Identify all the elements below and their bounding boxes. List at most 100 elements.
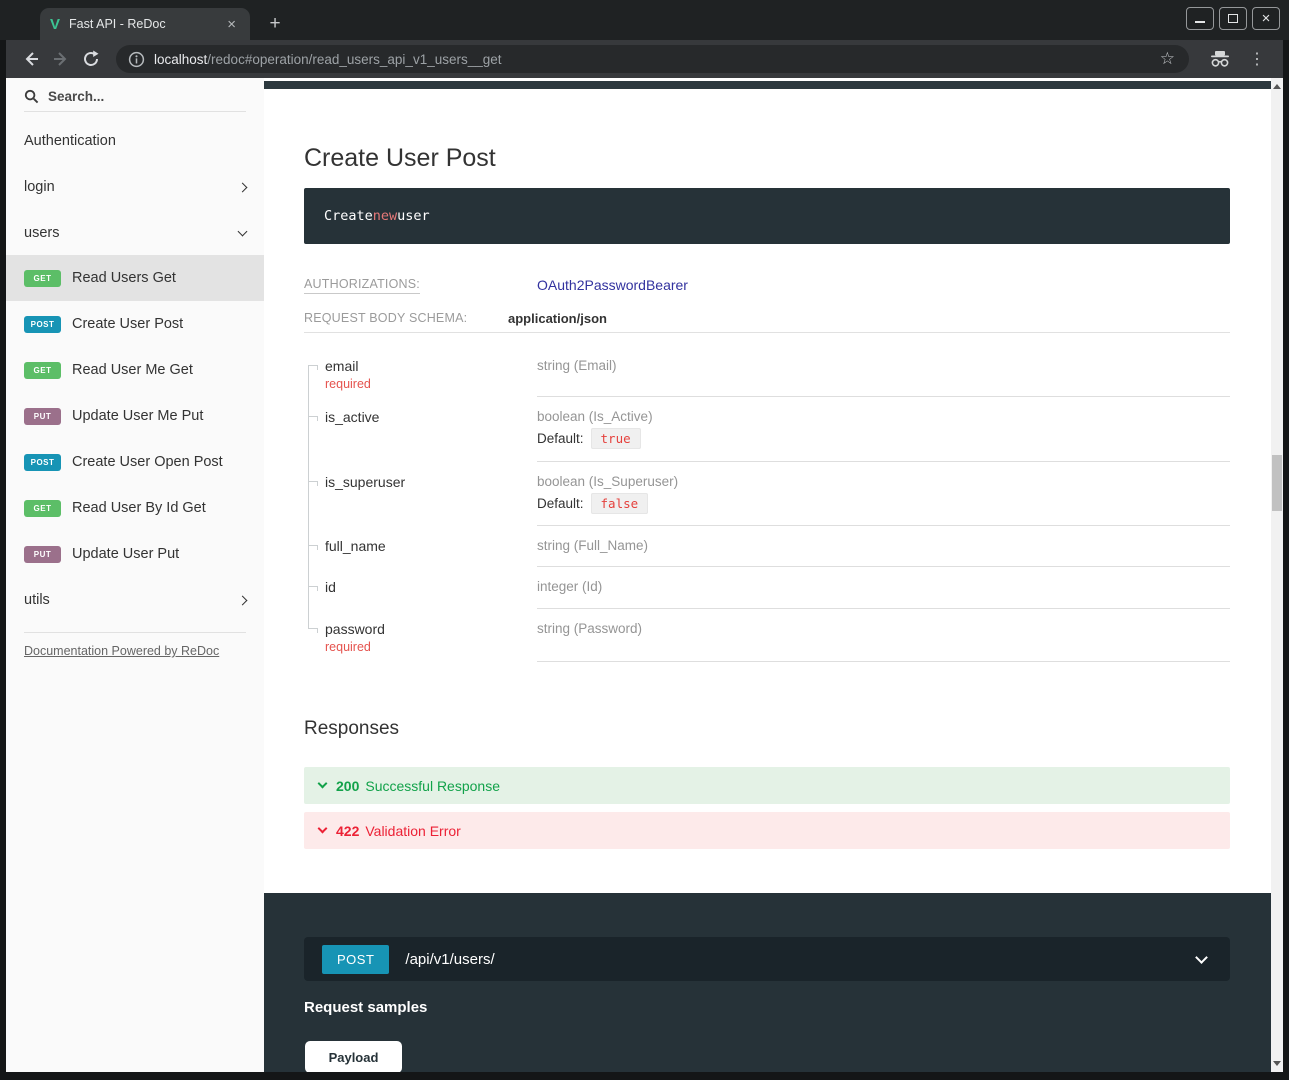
method-badge-get: GET: [24, 500, 61, 517]
field-type: boolean (Is_Active): [537, 409, 1230, 424]
search-input[interactable]: [48, 89, 228, 104]
auth-scheme-link[interactable]: OAuth2PasswordBearer: [537, 277, 688, 293]
field-row-password: password required string (Password): [304, 609, 1230, 662]
code-keyword: new: [373, 208, 397, 224]
code-text: user: [397, 208, 430, 224]
tree-connector: [308, 365, 318, 370]
chevron-down-icon: [318, 779, 328, 789]
operation-label: Update User Put: [72, 546, 179, 562]
sidebar-item-read-user-me-get[interactable]: GET Read User Me Get: [6, 347, 264, 393]
field-type: string (Email): [537, 358, 1230, 373]
chevron-down-icon: [318, 824, 328, 834]
operation-label: Create User Open Post: [72, 454, 223, 470]
reload-icon: [81, 49, 101, 69]
default-label: Default:: [537, 431, 584, 446]
divider: [304, 332, 1230, 333]
minimize-button[interactable]: [1186, 7, 1214, 30]
page-scrollbar[interactable]: [1271, 78, 1283, 1072]
new-tab-button[interactable]: +: [262, 11, 288, 37]
maximize-icon: [1228, 14, 1238, 23]
response-code: 200: [336, 778, 359, 794]
tab-title: Fast API - ReDoc: [69, 17, 223, 31]
sidebar-item-read-users-get[interactable]: GET Read Users Get: [6, 255, 264, 301]
chevron-right-icon: [238, 182, 248, 192]
scroll-up-arrow-icon[interactable]: [1273, 84, 1281, 89]
url-text[interactable]: localhost/redoc#operation/read_users_api…: [154, 52, 1152, 67]
tree-connector: [308, 481, 318, 486]
reload-button[interactable]: [76, 44, 106, 74]
http-method-badge: POST: [322, 945, 389, 974]
method-badge-post: POST: [24, 454, 61, 471]
scrollbar-thumb[interactable]: [1272, 455, 1282, 511]
operation-label: Read Users Get: [72, 270, 176, 286]
tab-payload[interactable]: Payload: [305, 1041, 402, 1072]
scroll-down-arrow-icon[interactable]: [1273, 1061, 1281, 1066]
field-name: email: [325, 358, 537, 374]
sidebar: Authentication login users GET Read User…: [6, 78, 264, 1072]
site-info-icon[interactable]: [128, 51, 145, 68]
browser-toolbar: localhost/redoc#operation/read_users_api…: [6, 40, 1283, 78]
field-name: full_name: [325, 538, 537, 554]
endpoint-dropdown[interactable]: POST /api/v1/users/: [304, 937, 1230, 981]
field-row-email: email required string (Email): [304, 346, 1230, 397]
close-button[interactable]: ×: [1252, 7, 1280, 30]
response-label: Validation Error: [365, 823, 460, 839]
request-body-schema-label: REQUEST BODY SCHEMA:: [304, 311, 467, 325]
sidebar-divider: [24, 632, 246, 633]
field-type: string (Full_Name): [537, 538, 1230, 553]
sidebar-group-utils[interactable]: utils: [6, 577, 264, 623]
sidebar-item-read-user-by-id-get[interactable]: GET Read User By Id Get: [6, 485, 264, 531]
tab-close-icon[interactable]: ×: [223, 15, 240, 34]
sidebar-item-create-user-open-post[interactable]: POST Create User Open Post: [6, 439, 264, 485]
main-content: Create User Post Create new user AUTHORI…: [264, 78, 1271, 1072]
operation-label: Read User Me Get: [72, 362, 193, 378]
browser-titlebar: V Fast API - ReDoc × + ×: [0, 0, 1289, 40]
window-controls: ×: [1186, 7, 1280, 30]
back-arrow-icon: [21, 49, 41, 69]
search-box[interactable]: [24, 88, 246, 112]
address-bar[interactable]: localhost/redoc#operation/read_users_api…: [116, 45, 1189, 73]
url-host: localhost: [154, 52, 207, 67]
request-body-schema-row: REQUEST BODY SCHEMA: application/json: [304, 311, 1230, 325]
sidebar-item-authentication[interactable]: Authentication: [24, 133, 116, 149]
forward-button[interactable]: [46, 44, 76, 74]
redoc-footer-link[interactable]: Documentation Powered by ReDoc: [24, 644, 219, 658]
tree-connector: [308, 628, 318, 633]
incognito-icon: [1205, 44, 1235, 74]
field-row-is-active: is_active boolean (Is_Active) Default:tr…: [304, 397, 1230, 462]
request-body-mime: application/json: [508, 311, 607, 326]
url-path: /redoc#operation/read_users_api_v1_users…: [207, 52, 501, 67]
sidebar-group-login[interactable]: login: [6, 164, 264, 210]
field-type: string (Password): [537, 621, 1230, 636]
sidebar-item-update-user-put[interactable]: PUT Update User Put: [6, 531, 264, 577]
operation-label: Create User Post: [72, 316, 183, 332]
maximize-button[interactable]: [1219, 7, 1247, 30]
tree-connector: [308, 416, 318, 421]
sidebar-group-users[interactable]: users: [6, 210, 264, 256]
sidebar-group-label: login: [24, 179, 55, 195]
forward-arrow-icon: [51, 49, 71, 69]
sidebar-item-update-user-me-put[interactable]: PUT Update User Me Put: [6, 393, 264, 439]
operation-label: Read User By Id Get: [72, 500, 206, 516]
field-type: boolean (Is_Superuser): [537, 474, 1230, 489]
field-row-full-name: full_name string (Full_Name): [304, 526, 1230, 567]
response-422-row[interactable]: 422 Validation Error: [304, 812, 1230, 849]
field-required-label: required: [325, 640, 537, 654]
sidebar-item-create-user-post[interactable]: POST Create User Post: [6, 301, 264, 347]
previous-section-edge: [264, 81, 1271, 89]
close-icon: ×: [1262, 11, 1271, 26]
tree-connector: [308, 545, 318, 550]
field-name: password: [325, 621, 537, 637]
browser-menu-button[interactable]: ⋮: [1249, 49, 1265, 69]
field-default: Default:true: [537, 431, 1230, 446]
default-value-chip: false: [591, 493, 649, 514]
response-200-row[interactable]: 200 Successful Response: [304, 767, 1230, 804]
page: Authentication login users GET Read User…: [6, 78, 1283, 1072]
request-samples-panel: POST /api/v1/users/ Request samples Payl…: [264, 893, 1271, 1072]
bookmark-star-icon[interactable]: ☆: [1160, 49, 1175, 69]
search-icon: [24, 89, 39, 104]
browser-tab[interactable]: V Fast API - ReDoc ×: [40, 8, 250, 40]
minimize-icon: [1195, 21, 1205, 23]
response-label: Successful Response: [365, 778, 500, 794]
back-button[interactable]: [16, 44, 46, 74]
